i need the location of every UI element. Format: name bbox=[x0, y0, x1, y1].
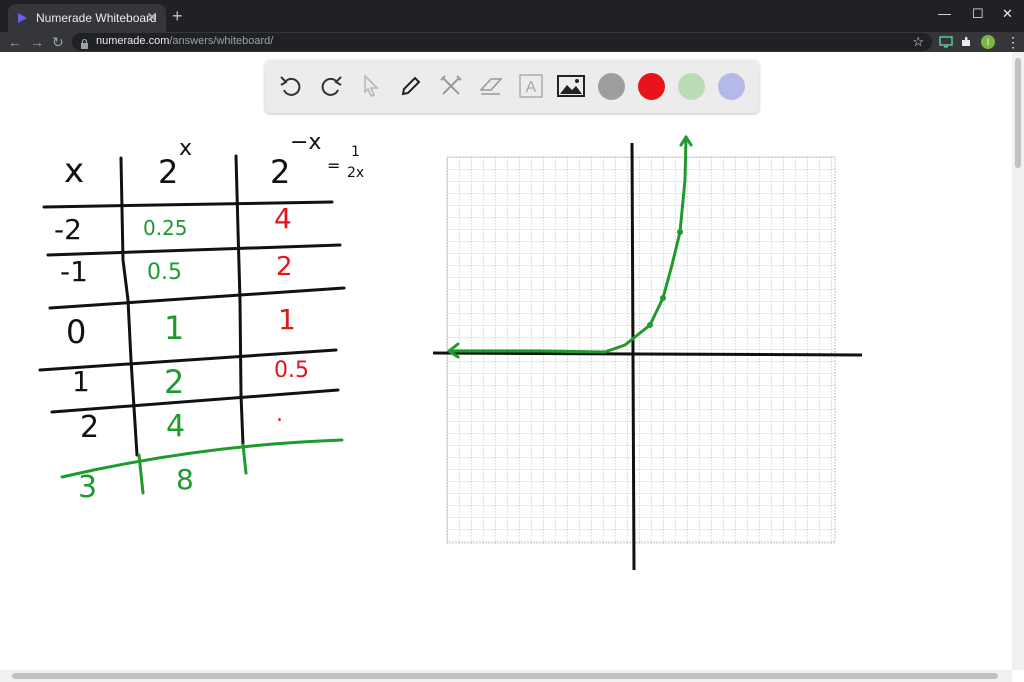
vertical-scroll-thumb[interactable] bbox=[1015, 58, 1021, 168]
header-x: x bbox=[64, 151, 85, 191]
header-equals: = bbox=[327, 156, 341, 175]
value-2x: 4 bbox=[166, 409, 186, 444]
x-value: 0 bbox=[66, 313, 87, 351]
x-value: 3 bbox=[78, 470, 98, 505]
value-2x: 0.5 bbox=[147, 260, 182, 285]
vertical-scrollbar[interactable] bbox=[1012, 52, 1024, 670]
value-2negx: 2 bbox=[276, 252, 293, 282]
x-value: 1 bbox=[72, 365, 90, 398]
x-axis bbox=[432, 351, 863, 357]
value-2x: 1 bbox=[164, 309, 185, 347]
horizontal-scrollbar[interactable] bbox=[0, 670, 1012, 682]
header-2x-exp: x bbox=[179, 136, 193, 161]
value-2negx: 1 bbox=[278, 303, 296, 336]
x-value: -2 bbox=[54, 213, 82, 246]
value-2x: 2 bbox=[164, 363, 185, 401]
value-2x: 0.25 bbox=[143, 216, 188, 240]
value-2negx: 4 bbox=[274, 202, 292, 235]
value-2negx: . bbox=[276, 402, 283, 427]
y-axis bbox=[630, 142, 636, 571]
table-extension-lines bbox=[60, 438, 344, 495]
whiteboard-canvas[interactable] bbox=[0, 0, 1012, 670]
x-value: -1 bbox=[60, 255, 88, 288]
header-fraction-den: 2x bbox=[347, 165, 365, 181]
x-value: 2 bbox=[80, 410, 100, 445]
header-fraction-num: 1 bbox=[351, 144, 360, 160]
horizontal-scroll-thumb[interactable] bbox=[12, 673, 998, 679]
value-2negx: 0.5 bbox=[274, 358, 309, 383]
header-2negx-base: 2 bbox=[270, 153, 291, 191]
header-2x-base: 2 bbox=[158, 153, 179, 191]
value-2x: 8 bbox=[176, 463, 194, 496]
header-2negx-exp: −x bbox=[290, 130, 322, 155]
